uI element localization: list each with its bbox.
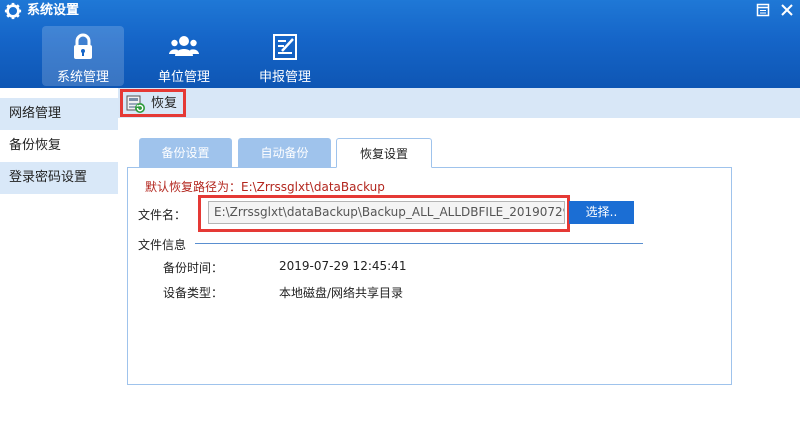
file-info-title: 文件信息 [138,238,187,252]
lock-icon [74,33,92,59]
sidebar-item-network[interactable]: 网络管理 [0,98,118,130]
restore-label: 恢复 [151,96,178,111]
toolbar: 恢复 [118,88,800,118]
sidebar-item-backup-restore[interactable]: 备份恢复 [0,130,118,162]
sidebar-item-login-password[interactable]: 登录密码设置 [0,162,118,194]
module-label: 申报管理 [258,70,311,85]
choose-file-button[interactable]: 选择.. [569,201,634,224]
window-maximize-icon[interactable] [756,3,770,17]
module-label: 单位管理 [157,70,210,85]
module-tab-system[interactable]: 系统管理 [42,26,124,86]
title-bar: 系统设置 [0,0,800,22]
sidebar: 网络管理 备份恢复 登录密码设置 [0,88,118,428]
tab-restore-settings[interactable]: 恢复设置 [336,138,432,168]
module-tab-unit[interactable]: 单位管理 [143,26,225,86]
section-divider [195,243,643,244]
module-tab-declaration[interactable]: 申报管理 [244,26,326,86]
tab-auto-backup[interactable]: 自动备份 [238,138,331,168]
file-name-input[interactable]: E:\Zrrssglxt\dataBackup\Backup_ALL_ALLDB… [208,201,565,224]
edit-form-icon [273,34,297,60]
gear-icon [4,2,22,20]
window-close-icon[interactable] [780,3,794,17]
tab-backup-settings[interactable]: 备份设置 [139,138,232,168]
app-header: 系统设置 系统管理 单位管理 申报管理 [0,0,800,88]
backup-time-label: 备份时间： [163,261,224,275]
device-type-label: 设备类型： [163,286,224,300]
device-type-value: 本地磁盘/网络共享目录 [279,286,404,300]
module-label: 系统管理 [56,70,109,85]
backup-time-value: 2019-07-29 12:45:41 [279,259,407,273]
database-restore-icon [126,95,145,113]
default-restore-path: 默认恢复路径为：E:\Zrrssglxt\dataBackup [145,180,385,194]
file-name-label: 文件名： [138,208,187,222]
restore-button[interactable]: 恢复 [120,89,186,117]
users-icon [169,36,199,56]
window-title: 系统设置 [27,3,80,18]
